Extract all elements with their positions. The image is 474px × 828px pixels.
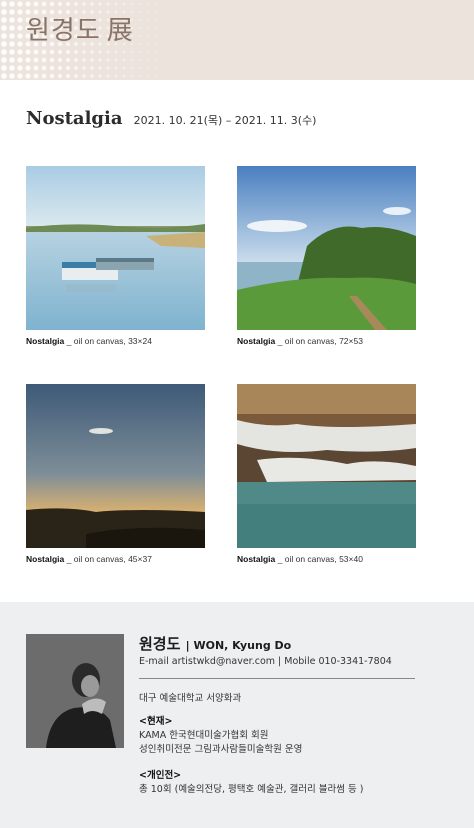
solo-exhibition-heading: <개인전> bbox=[139, 770, 182, 781]
exhibition-title: Nostalgia bbox=[26, 108, 123, 129]
artist-name-korean: 원경도 bbox=[139, 635, 181, 653]
artwork-caption-detail: _ oil on canvas, 33×24 bbox=[66, 336, 152, 346]
artist-portrait-photo bbox=[26, 634, 124, 748]
artwork-caption-title: Nostalgia bbox=[237, 554, 276, 564]
artwork-image-winter-riverbank bbox=[237, 384, 416, 548]
artwork-caption-detail: _ oil on canvas, 45×37 bbox=[66, 554, 152, 564]
artist-name-english: | WON, Kyung Do bbox=[185, 639, 292, 652]
artwork-image-riverside-trees bbox=[237, 166, 416, 330]
current-heading: <현재> bbox=[139, 716, 173, 727]
artist-name: 원경도 | WON, Kyung Do bbox=[139, 633, 291, 654]
header-band: 원경도 展 bbox=[0, 0, 474, 80]
artwork-caption: Nostalgia _ oil on canvas, 33×24 bbox=[26, 336, 152, 346]
artwork-image-boats bbox=[26, 166, 205, 330]
artwork-caption-title: Nostalgia bbox=[26, 554, 65, 564]
current-item: KAMA 한국현대미술가협회 회원 bbox=[139, 730, 269, 741]
artwork-caption-detail: _ oil on canvas, 53×40 bbox=[277, 554, 363, 564]
exhibition-heading: Nostalgia 2021. 10. 21(목) – 2021. 11. 3(… bbox=[26, 108, 316, 129]
artwork-caption: Nostalgia _ oil on canvas, 72×53 bbox=[237, 336, 363, 346]
artwork-image-sunset bbox=[26, 384, 205, 548]
artwork-caption-title: Nostalgia bbox=[237, 336, 276, 346]
artwork-caption-title: Nostalgia bbox=[26, 336, 65, 346]
artwork-caption: Nostalgia _ oil on canvas, 45×37 bbox=[26, 554, 152, 564]
artwork-caption: Nostalgia _ oil on canvas, 53×40 bbox=[237, 554, 363, 564]
artist-education: 대구 예술대학교 서양화과 bbox=[139, 693, 242, 704]
solo-exhibition-item: 총 10회 (예술의전당, 평택호 예술관, 갤러리 블라썸 등 ) bbox=[139, 784, 364, 795]
artist-contact: E-mail artistwkd@naver.com | Mobile 010-… bbox=[139, 656, 392, 667]
artwork-caption-detail: _ oil on canvas, 72×53 bbox=[277, 336, 363, 346]
current-item: 성인취미전문 그림과사람들미술학원 운영 bbox=[139, 744, 303, 755]
artist-name-title: 원경도 bbox=[26, 16, 101, 46]
exhibition-han-character: 展 bbox=[106, 16, 134, 46]
exhibition-dates: 2021. 10. 21(목) – 2021. 11. 3(수) bbox=[133, 114, 317, 127]
divider bbox=[139, 678, 415, 679]
page-title: 원경도 展 bbox=[26, 10, 134, 47]
